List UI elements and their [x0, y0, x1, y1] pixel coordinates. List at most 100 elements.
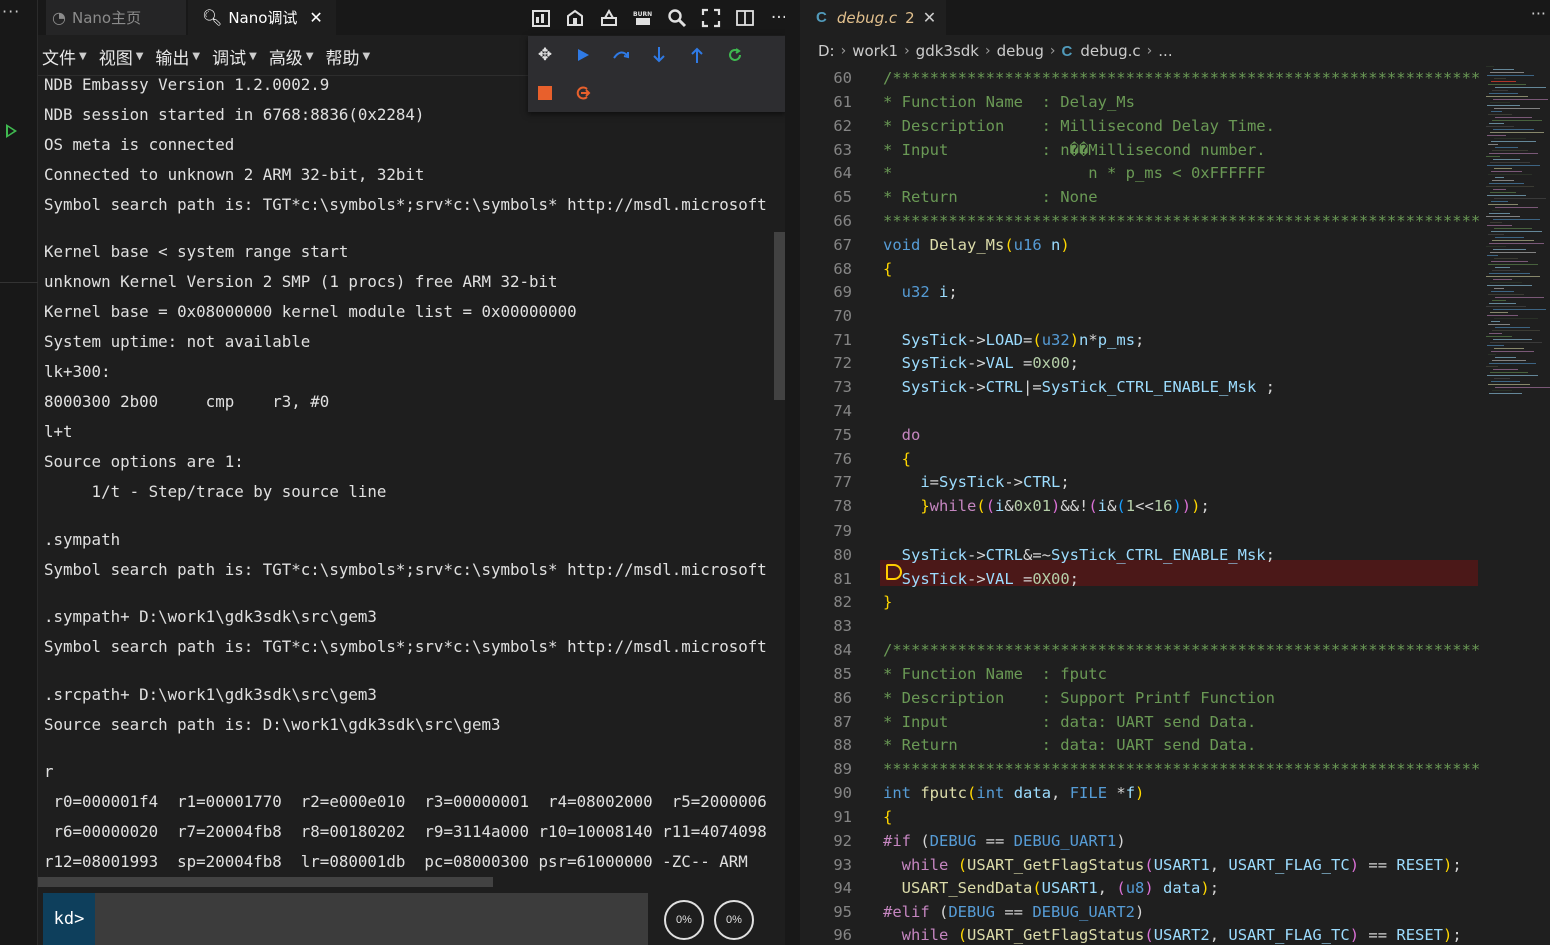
- line-number: 73: [833, 378, 852, 396]
- burn-icon[interactable]: BURN: [630, 5, 656, 31]
- stop-icon[interactable]: [534, 82, 556, 104]
- restart-icon[interactable]: [724, 44, 746, 66]
- line-number: 76: [833, 450, 852, 468]
- minimap-line: [1488, 174, 1532, 175]
- minimap-line: [1490, 72, 1524, 73]
- console-line: Source search path is: D:\work1\gdk3sdk\…: [44, 715, 501, 734]
- code-line: * Return : data: UART send Data.: [883, 736, 1257, 754]
- line-number: 71: [833, 331, 852, 349]
- line-number: 87: [833, 713, 852, 731]
- minimap-line: [1489, 243, 1544, 244]
- fullscreen-icon[interactable]: [698, 5, 724, 31]
- step-out-icon[interactable]: [686, 44, 708, 66]
- menu-view[interactable]: 视图 ▼: [99, 44, 144, 69]
- breadcrumb-item[interactable]: work1: [852, 42, 898, 60]
- debug-step-toolbar: ✥: [528, 36, 785, 112]
- code-line: #elif (DEBUG == DEBUG_UART2): [883, 903, 1145, 921]
- minimap[interactable]: [1484, 66, 1550, 396]
- menu-file[interactable]: 文件 ▼: [42, 44, 87, 69]
- more-icon[interactable]: ···: [1531, 4, 1546, 23]
- move-icon[interactable]: ✥: [534, 44, 556, 66]
- menu-output[interactable]: 输出 ▼: [155, 44, 200, 69]
- minimap-line: [1487, 195, 1526, 196]
- console-output: NDB Embassy Version 1.2.0002.9 NDB sessi…: [44, 70, 782, 880]
- code-line: while (USART_GetFlagStatus(USART1, USART…: [901, 856, 1462, 874]
- chevron-down-icon: ▼: [79, 51, 87, 62]
- vertical-scrollbar[interactable]: [774, 232, 785, 400]
- code-line: /***************************************…: [883, 641, 1480, 659]
- menu-debug[interactable]: 调试 ▼: [212, 44, 257, 69]
- minimap-line: [1491, 261, 1528, 262]
- minimap-line: [1493, 129, 1534, 130]
- code-area[interactable]: 60 /*************************************…: [800, 66, 1480, 945]
- minimap-line: [1486, 96, 1528, 97]
- line-number: 80: [833, 546, 852, 564]
- close-icon[interactable]: ✕: [923, 8, 936, 27]
- command-prompt: kd>: [43, 893, 95, 945]
- minimap-line: [1486, 156, 1500, 157]
- go-icon[interactable]: [572, 44, 594, 66]
- minimap-line: [1486, 126, 1514, 127]
- close-icon[interactable]: ✕: [309, 8, 322, 27]
- minimap-line: [1494, 318, 1538, 319]
- debugger-panel: ◔ Nano主页 🔍︎ Nano调试 ✕ BURN ··· 文件 ▼ 视图 ▼ …: [38, 0, 800, 945]
- line-number: 70: [833, 307, 852, 325]
- minimap-line: [1494, 198, 1546, 199]
- code-line: {: [883, 260, 893, 278]
- console-line: r: [44, 762, 54, 781]
- search-icon[interactable]: [664, 5, 690, 31]
- console-line: Connected to unknown 2 ARM 32-bit, 32bit: [44, 165, 425, 184]
- breadcrumb-item[interactable]: ...: [1158, 42, 1172, 60]
- toolbar: BURN ···: [528, 0, 792, 35]
- code-line: SysTick->CTRL&=~SysTick_CTRL_ENABLE_Msk;: [901, 546, 1275, 564]
- code-line: while (USART_GetFlagStatus(USART2, USART…: [901, 926, 1462, 944]
- console-line: r0=000001f4 r1=00001770 r2=e000e010 r3=0…: [44, 792, 767, 811]
- step-into-icon[interactable]: [648, 44, 670, 66]
- step-over-icon[interactable]: [610, 44, 632, 66]
- horizontal-scrollbar[interactable]: [38, 877, 493, 887]
- detach-icon[interactable]: [572, 82, 594, 104]
- breadcrumb-item[interactable]: debug: [997, 42, 1044, 60]
- line-number: 60: [833, 69, 852, 87]
- line-number: 77: [833, 473, 852, 491]
- disassembly-icon[interactable]: [528, 5, 554, 31]
- divider: [0, 282, 38, 283]
- menu-help[interactable]: 帮助 ▼: [326, 44, 371, 69]
- minimap-line: [1492, 120, 1542, 121]
- minimap-line: [1491, 321, 1500, 322]
- breadcrumb-item[interactable]: debug.c: [1080, 42, 1140, 60]
- breadcrumb-item[interactable]: gdk3sdk: [916, 42, 979, 60]
- split-icon[interactable]: [732, 5, 758, 31]
- chevron-down-icon: ▼: [249, 51, 257, 62]
- tab-debug-c[interactable]: C debug.c 2 ✕: [800, 0, 946, 35]
- console-line: unknown Kernel Version 2 SMP (1 procs) f…: [44, 272, 558, 291]
- tab-nano-debug[interactable]: 🔍︎ Nano调试 ✕: [188, 0, 336, 35]
- registers-icon[interactable]: [562, 5, 588, 31]
- breadcrumb-item[interactable]: D:: [818, 42, 835, 60]
- minimap-line: [1491, 291, 1514, 292]
- chevron-right-icon: ›: [904, 43, 910, 59]
- line-number: 62: [833, 117, 852, 135]
- minimap-line: [1493, 219, 1540, 220]
- line-number: 96: [833, 926, 852, 944]
- minimap-line: [1491, 111, 1502, 112]
- memory-icon[interactable]: [596, 5, 622, 31]
- play-icon[interactable]: [6, 124, 17, 138]
- menu-advanced[interactable]: 高级 ▼: [269, 44, 314, 69]
- code-line: * Return : None: [883, 188, 1098, 206]
- minimap-line: [1489, 303, 1516, 304]
- breadcrumb: D: › work1 › gdk3sdk › debug › Cdebug.c › ...: [818, 38, 1173, 64]
- minimap-line: [1492, 270, 1520, 271]
- panel-divider[interactable]: [785, 0, 800, 945]
- command-input[interactable]: [95, 893, 648, 945]
- chevron-down-icon: ▼: [362, 51, 371, 62]
- more-icon[interactable]: ···: [2, 2, 20, 21]
- tab-nano-home[interactable]: ◔ Nano主页: [46, 0, 186, 35]
- minimap-line: [1488, 324, 1510, 325]
- minimap-line: [1493, 279, 1512, 280]
- minimap-line: [1488, 384, 1530, 385]
- command-bar: kd> 0% 0%: [38, 888, 785, 945]
- minimap-line: [1491, 201, 1508, 202]
- console-line: .sympath: [44, 530, 121, 549]
- minimap-line: [1491, 381, 1520, 382]
